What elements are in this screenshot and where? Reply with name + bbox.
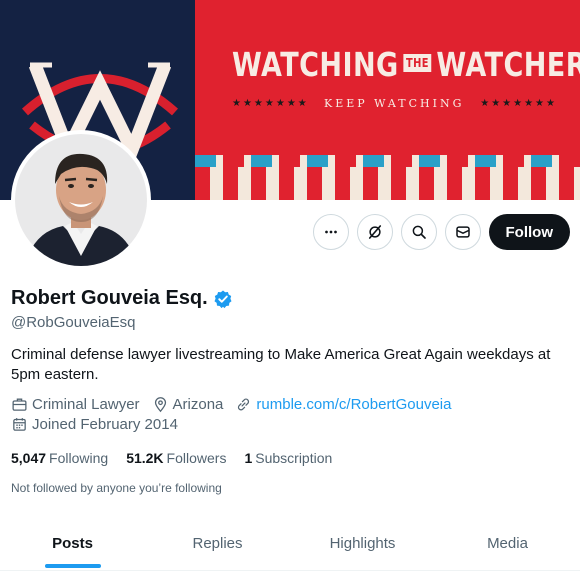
followed-by-note: Not followed by anyone you’re following (11, 481, 222, 495)
banner-subtitle: ★★★★★★★ KEEP WATCHING ★★★★★★★ (232, 97, 557, 110)
tab-media[interactable]: Media (435, 516, 580, 570)
search-icon (412, 225, 426, 239)
more-button[interactable] (312, 214, 349, 250)
category-label: Criminal Lawyer (32, 396, 140, 413)
more-horizontal-icon (324, 230, 337, 234)
category-item: Criminal Lawyer (11, 396, 140, 413)
tab-replies[interactable]: Replies (145, 516, 290, 570)
followers-count: 51.2K (126, 450, 164, 466)
search-button[interactable] (400, 214, 437, 250)
briefcase-icon (12, 398, 27, 411)
profile-joined-row: Joined February 2014 (11, 416, 178, 433)
subscription-label: Subscription (255, 450, 333, 466)
profile-photo-icon (15, 134, 147, 266)
message-button[interactable] (444, 214, 481, 250)
profile-handle: @RobGouveiaEsq (11, 314, 136, 331)
profile-meta-row: Criminal Lawyer Arizona rumble.com/c/Rob… (11, 396, 451, 413)
profile-tabs: Posts Replies Highlights Media (0, 516, 580, 570)
calendar-icon (13, 418, 26, 431)
profile-bio: Criminal defense lawyer livestreaming to… (11, 346, 551, 383)
grok-button[interactable] (356, 214, 393, 250)
avatar[interactable] (11, 130, 151, 270)
subscriptions-link[interactable]: 1 Subscription (244, 450, 332, 466)
banner-title: WATCHINGTHEWATCHERS (232, 45, 580, 84)
location-pin-icon (154, 397, 166, 413)
link-icon (238, 398, 250, 411)
tab-highlights[interactable]: Highlights (290, 516, 435, 570)
verified-badge-icon[interactable] (213, 289, 233, 309)
website-link[interactable]: rumble.com/c/RobertGouveia (256, 396, 451, 413)
following-link[interactable]: 5,047 Following (11, 450, 108, 466)
follow-button[interactable]: Follow (488, 214, 570, 250)
location-item: Arizona (152, 396, 224, 413)
subscription-count: 1 (244, 450, 253, 466)
joined-label: Joined February 2014 (32, 416, 178, 433)
following-label: Following (49, 450, 109, 466)
tab-posts[interactable]: Posts (0, 516, 145, 570)
profile-stats: 5,047 Following 51.2K Followers 1 Subscript… (11, 450, 332, 466)
banner-stripes-top (195, 155, 580, 167)
message-icon (455, 226, 470, 238)
location-label: Arizona (172, 396, 224, 413)
profile-actions: Follow (312, 214, 570, 250)
profile-name-row: Robert Gouveia Esq. (11, 287, 233, 310)
following-count: 5,047 (11, 450, 47, 466)
joined-item: Joined February 2014 (11, 416, 178, 433)
stars-left-icon: ★★★★★★★ (232, 98, 309, 109)
tabs-divider (0, 570, 580, 571)
profile-name: Robert Gouveia Esq. (11, 287, 208, 309)
grok-icon (368, 225, 381, 239)
website-item[interactable]: rumble.com/c/RobertGouveia (235, 396, 451, 413)
followers-link[interactable]: 51.2K Followers (126, 450, 226, 466)
stars-right-icon: ★★★★★★★ (480, 98, 557, 109)
followers-label: Followers (166, 450, 227, 466)
